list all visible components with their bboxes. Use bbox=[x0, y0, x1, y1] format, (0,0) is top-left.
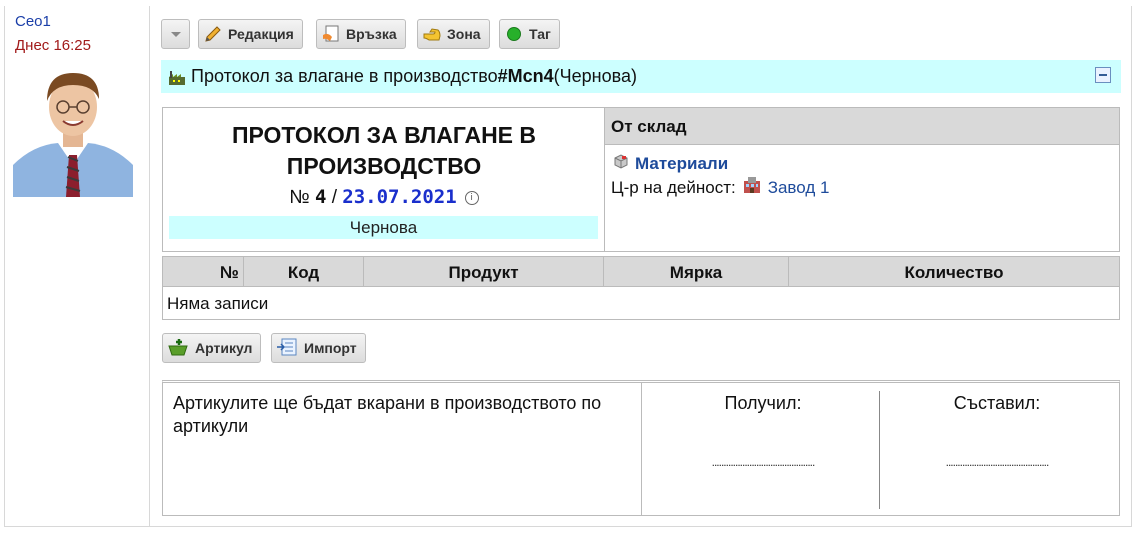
pointing-hand-icon bbox=[423, 25, 441, 43]
post-timestamp: Днес 16:25 bbox=[15, 37, 91, 54]
link-button[interactable]: Връзка bbox=[316, 19, 406, 49]
zone-button-label: Зона bbox=[447, 26, 481, 42]
empty-table-message: Няма записи bbox=[167, 294, 269, 313]
document-id: #Mcn4 bbox=[497, 66, 554, 86]
basket-add-icon bbox=[167, 338, 189, 359]
column-header-number: № bbox=[163, 257, 244, 286]
activity-row: Ц-р на дейност: Завод 1 bbox=[611, 176, 829, 199]
add-article-label: Артикул bbox=[195, 340, 253, 356]
number-prefix: № bbox=[289, 187, 315, 208]
title-text: Протокол за влагане в производство bbox=[191, 66, 498, 86]
document-header: ПРОТОКОЛ ЗА ВЛАГАНЕ В ПРОИЗВОДСТВО № 4 /… bbox=[162, 107, 1120, 252]
composed-by-line: ........................................… bbox=[945, 455, 1050, 469]
composed-by-label: Съставил: bbox=[953, 393, 1041, 413]
chevron-down-icon bbox=[167, 25, 185, 43]
production-note: Артикулите ще бъдат вкарани в производст… bbox=[173, 393, 602, 436]
signature-divider bbox=[641, 383, 642, 516]
import-label: Импорт bbox=[304, 340, 357, 356]
activity-center-link[interactable]: Завод 1 bbox=[768, 178, 830, 198]
warehouse-heading: От склад bbox=[605, 108, 1119, 145]
tag-button[interactable]: Таг bbox=[499, 19, 560, 49]
column-header-quantity: Количество bbox=[904, 263, 1004, 282]
column-header-product: Продукт bbox=[364, 257, 604, 286]
number-value: 4 bbox=[314, 186, 327, 208]
column-header-code: Код bbox=[244, 257, 364, 286]
activity-label: Ц-р на дейност: bbox=[611, 177, 736, 197]
avatar[interactable] bbox=[13, 65, 133, 197]
link-button-label: Връзка bbox=[346, 26, 397, 42]
warehouse-row: Материали bbox=[613, 153, 728, 174]
title-state: (Чернова) bbox=[553, 66, 637, 86]
author-link[interactable]: Ceo1 bbox=[15, 13, 51, 30]
tag-button-label: Таг bbox=[529, 26, 551, 42]
table-header: № Код Продукт Мярка Количество bbox=[163, 257, 1119, 287]
signature-section: Артикулите ще бъдат вкарани в производст… bbox=[162, 380, 1120, 516]
avatar-image bbox=[13, 65, 133, 197]
number-separator: / bbox=[326, 187, 343, 208]
pencil-icon bbox=[204, 25, 222, 43]
factory-icon bbox=[167, 68, 187, 86]
info-icon[interactable]: i bbox=[464, 190, 479, 205]
import-icon bbox=[276, 338, 298, 359]
document-title-cell: ПРОТОКОЛ ЗА ВЛАГАНЕ В ПРОИЗВОДСТВО № 4 /… bbox=[163, 108, 605, 251]
edit-button[interactable]: Редакция bbox=[198, 19, 303, 49]
document-number: № 4 / 23.07.2021 i bbox=[163, 186, 605, 209]
box-icon bbox=[613, 153, 629, 174]
document-state: Чернова bbox=[169, 216, 598, 239]
document-link-icon bbox=[322, 25, 340, 43]
warehouse-cell: От склад Материали Ц-р на дейност: Завод… bbox=[605, 108, 1119, 251]
received-by-line: ........................................… bbox=[711, 455, 816, 469]
received-by-label: Получил: bbox=[724, 393, 802, 413]
warehouse-link[interactable]: Материали bbox=[635, 154, 728, 174]
building-icon bbox=[742, 176, 762, 199]
products-table: № Код Продукт Мярка Количество Няма запи… bbox=[162, 256, 1120, 320]
zone-button[interactable]: Зона bbox=[417, 19, 490, 49]
add-article-button[interactable]: Артикул bbox=[162, 333, 262, 363]
document-title-bar: Протокол за влагане в производство #Mcn4… bbox=[161, 60, 1121, 93]
document-title: ПРОТОКОЛ ЗА ВЛАГАНЕ В ПРОИЗВОДСТВО bbox=[231, 122, 537, 179]
more-dropdown-button[interactable] bbox=[161, 19, 190, 49]
import-button[interactable]: Импорт bbox=[271, 333, 366, 363]
column-header-unit: Мярка bbox=[604, 257, 789, 286]
green-dot-icon bbox=[505, 25, 523, 43]
collapse-icon[interactable] bbox=[1095, 67, 1111, 83]
edit-button-label: Редакция bbox=[228, 26, 294, 42]
document-date: 23.07.2021 bbox=[342, 186, 457, 208]
